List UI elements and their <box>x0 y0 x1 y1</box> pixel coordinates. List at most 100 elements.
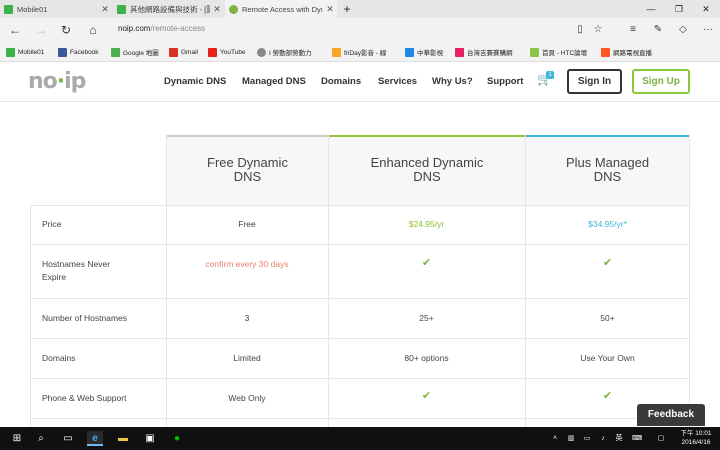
fav-label: Mobile01 <box>18 48 45 56</box>
price-plus: $34.95/yr* <box>588 219 627 229</box>
nav-why-us[interactable]: Why Us? <box>432 76 473 87</box>
keyboard-icon[interactable]: ⌨ <box>632 433 642 444</box>
fav-mobile01[interactable]: Mobile01 <box>6 46 44 58</box>
battery-icon[interactable]: ▭ <box>582 433 592 444</box>
fav-label: 網路電視直播 <box>613 50 652 57</box>
web-note-icon[interactable]: ✎ <box>650 22 666 38</box>
fav-label: 台灣吉賽賽購網 <box>467 50 513 57</box>
plan-accent-bar <box>329 135 525 137</box>
new-tab-button[interactable]: + <box>337 0 357 18</box>
noip-logo[interactable]: no·ip <box>28 69 86 94</box>
logo-text: ip <box>64 69 86 94</box>
site-icon <box>257 47 266 57</box>
favorite-star-icon[interactable]: ☆ <box>590 22 606 38</box>
forward-icon[interactable]: → <box>31 21 51 39</box>
refresh-icon[interactable]: ↻ <box>56 21 76 39</box>
logo-text: no <box>28 69 58 94</box>
mobile01-icon <box>4 4 13 14</box>
edge-browser-icon[interactable]: e <box>87 431 103 446</box>
price-enhanced: $24.95/yr <box>408 219 445 229</box>
row-label-line: Hostnames Never <box>42 259 111 269</box>
nav-support[interactable]: Support <box>487 76 523 87</box>
fav-label: I 勞動部勞動力 <box>269 50 312 57</box>
plan-header-enhanced: Enhanced Dynamic DNS <box>328 135 525 205</box>
volume-icon[interactable]: ♪ <box>598 433 608 444</box>
google-maps-icon <box>111 47 120 57</box>
sign-in-button[interactable]: Sign In <box>567 69 622 94</box>
row-label-domains: Domains <box>42 353 76 363</box>
check-icon: ✔ <box>421 390 432 402</box>
tab-forum[interactable]: 其他網路設備與技術 - [圖文 ✕ <box>113 0 224 18</box>
plan-title-line: DNS <box>413 169 441 184</box>
fav-friday[interactable]: friDay影音 - 線 <box>332 46 386 58</box>
nav-domains[interactable]: Domains <box>321 76 361 87</box>
fav-gmail[interactable]: Gmail <box>169 46 198 58</box>
store-icon[interactable]: ▣ <box>142 431 158 446</box>
domains-plus: Use Your Own <box>580 353 635 363</box>
table-row <box>30 418 690 427</box>
price-free: Free <box>238 219 256 229</box>
plan-title: Plus Managed DNS <box>526 156 689 184</box>
tab-label: 其他網路設備與技術 - [圖文 <box>130 4 210 14</box>
fav-label: Facebook <box>70 48 99 56</box>
check-icon: ✔ <box>421 257 432 269</box>
check-icon: ✔ <box>602 257 613 269</box>
task-view-icon[interactable]: ▭ <box>60 431 76 446</box>
tab-mobile01[interactable]: Mobile01 ✕ <box>0 0 112 18</box>
url-field[interactable]: noip.com/remote-access <box>118 24 205 33</box>
fav-livetv[interactable]: 網路電視直播 <box>601 46 652 58</box>
clock[interactable]: 下午 10:01 2016/4/16 <box>674 429 718 447</box>
plan-title-line: DNS <box>233 169 262 184</box>
expire-free: confirm every 30 days <box>205 259 289 269</box>
row-label-hostnames-expire: Hostnames Never Expire <box>42 258 110 284</box>
fav-google-maps[interactable]: Google 地圖 <box>111 46 159 58</box>
back-icon[interactable]: ← <box>5 21 25 39</box>
more-icon[interactable]: ··· <box>700 22 716 38</box>
nav-dynamic-dns[interactable]: Dynamic DNS <box>164 76 226 87</box>
support-free: Web Only <box>228 393 266 403</box>
close-icon[interactable]: ✕ <box>323 4 337 15</box>
fav-labor[interactable]: I 勞動部勞動力 <box>257 46 312 58</box>
plan-accent-bar <box>167 135 328 137</box>
notification-icon[interactable]: ▢ <box>656 433 666 444</box>
window-close-icon[interactable]: ✕ <box>692 0 720 18</box>
close-icon[interactable]: ✕ <box>210 4 224 15</box>
feedback-button[interactable]: Feedback <box>637 404 705 426</box>
tab-remote-access[interactable]: Remote Access with Dyı ✕ <box>225 0 337 18</box>
sign-up-button[interactable]: Sign Up <box>632 69 690 94</box>
table-row <box>30 244 690 298</box>
row-label-number-hostnames: Number of Hostnames <box>42 313 128 323</box>
nav-services[interactable]: Services <box>378 76 417 87</box>
hub-icon[interactable]: ≡ <box>625 22 641 38</box>
fav-cts[interactable]: 中華影視 <box>405 46 443 58</box>
ime-icon[interactable]: 英 <box>614 433 624 444</box>
fav-youtube[interactable]: YouTube <box>208 46 246 58</box>
fav-htc[interactable]: 首頁 - HTC論壇 <box>530 46 587 58</box>
line-app-icon[interactable]: ● <box>169 431 185 446</box>
fav-label: 首頁 - HTC論壇 <box>542 50 588 57</box>
noip-icon <box>229 4 238 14</box>
windows-start-icon[interactable]: ⊞ <box>9 431 25 446</box>
nav-managed-dns[interactable]: Managed DNS <box>242 76 306 87</box>
chevron-up-icon[interactable]: ˄ <box>550 433 560 444</box>
domains-enhanced: 80+ options <box>404 353 449 363</box>
close-icon[interactable]: ✕ <box>98 4 112 15</box>
hostnames-enhanced: 25+ <box>419 313 434 323</box>
mobile01-icon <box>6 47 15 57</box>
site-header: no·ip Dynamic DNS Managed DNS Domains Se… <box>0 62 720 102</box>
plan-title-line: Plus Managed <box>565 155 650 170</box>
fav-shop[interactable]: 台灣吉賽賽購網 <box>455 46 513 58</box>
home-icon[interactable]: ⌂ <box>83 21 103 39</box>
share-icon[interactable]: ◇ <box>675 22 691 38</box>
network-icon[interactable]: ▥ <box>566 433 576 444</box>
minimize-icon[interactable]: — <box>636 0 666 18</box>
restore-icon[interactable]: ❐ <box>664 0 694 18</box>
file-explorer-icon[interactable]: ▬ <box>115 431 131 446</box>
search-icon[interactable]: ⌕ <box>33 431 49 446</box>
fav-facebook[interactable]: Facebook <box>58 46 99 58</box>
plan-title-line: Free Dynamic <box>207 155 288 170</box>
row-label-support: Phone & Web Support <box>42 393 127 403</box>
plan-header-free: Free Dynamic DNS <box>166 135 328 205</box>
facebook-icon <box>58 47 67 57</box>
reading-view-icon[interactable]: ▯ <box>572 22 588 38</box>
